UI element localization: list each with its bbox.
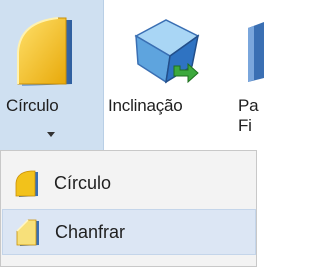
circulo-button-label: Círculo: [6, 96, 59, 115]
circulo-split-button[interactable]: Círculo: [0, 0, 104, 150]
ribbon-toolbar: Círculo Inclinação Pa Fi: [0, 0, 265, 150]
partial-ribbon-button[interactable]: Pa Fi: [234, 0, 265, 145]
menu-item-circulo-label: Círculo: [54, 173, 112, 193]
menu-item-chanfrar[interactable]: Chanfrar: [2, 209, 256, 255]
chevron-down-icon[interactable]: [47, 132, 55, 137]
circle-fillet-small-icon: [14, 170, 40, 203]
fillet-dropdown-menu: Círculo Chanfrar: [0, 150, 257, 267]
partial-icon: [244, 22, 265, 87]
chamfer-small-icon: [15, 219, 41, 252]
inclinacao-button-label: Inclinação: [108, 96, 183, 115]
background-strip: [258, 150, 265, 267]
circle-fillet-icon: [14, 14, 78, 95]
menu-item-chanfrar-label: Chanfrar: [55, 222, 126, 242]
partial-button-label: Pa Fi: [238, 96, 259, 135]
menu-item-circulo[interactable]: Círculo: [2, 161, 256, 207]
inclination-box-icon: [130, 16, 202, 93]
inclinacao-button[interactable]: Inclinação: [104, 0, 234, 145]
